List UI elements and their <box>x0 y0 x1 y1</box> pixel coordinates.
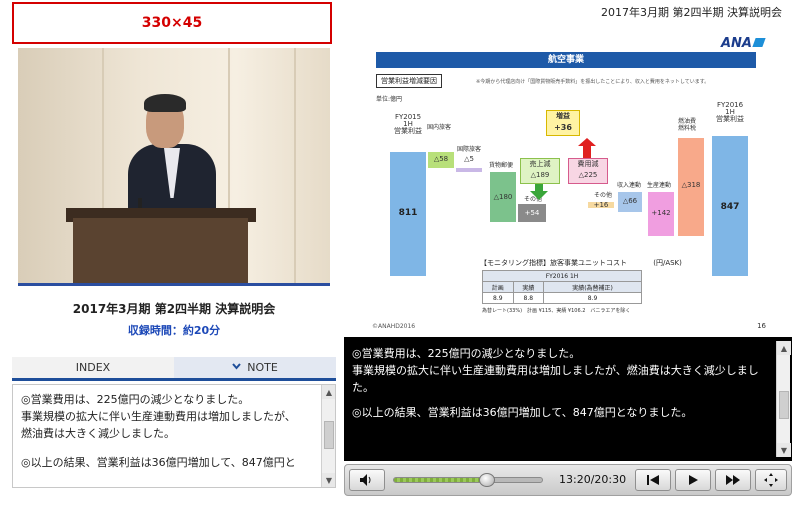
scroll-up-icon[interactable]: ▲ <box>777 341 791 355</box>
note-line: 事業規模の拡大に伴い生産連動費用は増加しましたが、 <box>21 410 296 423</box>
speaker-hair <box>144 94 186 112</box>
caption-text: ◎営業費用は、225億円の減少となりました。 事業規模の拡大に伴い生産連動費用は… <box>352 345 772 421</box>
monitor-value: 8.9 <box>543 292 642 304</box>
chevron-down-icon <box>232 362 241 373</box>
caption-line: ◎以上の結果、営業利益は36億円増加して、847億円となりました。 <box>352 406 693 419</box>
seek-bar[interactable] <box>393 473 543 487</box>
caption-line: ◎営業費用は、225億円の減少となりました。 <box>352 347 581 360</box>
skip-back-icon[interactable] <box>635 469 671 491</box>
value-domestic-pax: △58 <box>433 155 449 163</box>
left-panel: 330×45 2017年3月期 第2四半期 決算説明会 収録時間：約20分 IN… <box>0 0 340 506</box>
cost-down-label: 費用減 <box>577 160 599 168</box>
value-other-cost: +16 <box>593 201 609 209</box>
slide-banner: 航空事業 <box>376 52 756 68</box>
podium <box>73 218 248 286</box>
ana-logo: ANA <box>721 36 766 51</box>
scroll-down-icon[interactable]: ▼ <box>322 473 335 487</box>
ad-banner[interactable]: 330×45 <box>12 2 332 44</box>
scroll-down-icon[interactable]: ▼ <box>777 443 791 457</box>
tab-index[interactable]: INDEX <box>12 357 174 378</box>
fy2015-value: 811 <box>398 208 418 218</box>
caption-scrollbar[interactable]: ▲ ▼ <box>776 341 791 457</box>
up-arrow-icon <box>578 138 596 158</box>
caption-line: 事業規模の拡大に伴い生産連動費用は増加しましたが、燃油費は大きく減少しました。 <box>352 364 759 394</box>
fullscreen-icon[interactable] <box>755 469 787 491</box>
value-cargo: △180 <box>493 193 513 201</box>
tab-bar: INDEX NOTE <box>12 357 336 381</box>
label-intl-pax: 国際旅客 <box>456 146 481 153</box>
media-controls: 13:20/20:30 <box>344 464 792 496</box>
note-panel: ◎営業費用は、225億円の減少となりました。 事業規模の拡大に伴い生産連動費用は… <box>12 384 336 488</box>
revenue-down-label: 売上減 <box>529 160 551 168</box>
value-production-linked: +142 <box>651 209 671 217</box>
section-label: 営業利益増減要因 <box>376 74 442 88</box>
scroll-thumb[interactable] <box>779 391 789 419</box>
unit-label: 単位:億円 <box>376 96 403 103</box>
volume-icon[interactable] <box>349 469 385 491</box>
revenue-down-value: △189 <box>530 171 550 179</box>
time-display: 13:20/20:30 <box>559 473 627 486</box>
section-note: ※今期から代理店向け「国際貨物販売手数料」を振出したことにより、収入と費用をネッ… <box>476 79 710 85</box>
value-intl-pax: △5 <box>464 155 474 163</box>
monitor-title: 【モニタリング指標】旅客事業ユニットコスト (円/ASK) <box>480 259 682 267</box>
label-cargo: 貨物郵便 <box>488 162 513 169</box>
monitor-header: 実績 <box>512 281 545 293</box>
label-domestic-pax: 国内旅客 <box>426 124 451 131</box>
scroll-up-icon[interactable]: ▲ <box>322 385 335 399</box>
video-bottom-bar <box>18 283 330 286</box>
tab-index-label: INDEX <box>75 361 111 374</box>
value-other-rev: +54 <box>524 209 540 217</box>
presentation-slide: ANA 航空事業 営業利益増減要因 ※今期から代理店向け「国際貨物販売手数料」を… <box>370 30 770 335</box>
monitor-header: 計画 <box>482 281 514 293</box>
monitor-period: FY2016 1H <box>482 270 642 282</box>
logo-stripe-icon <box>752 38 766 47</box>
ad-banner-label: 330×45 <box>141 15 203 31</box>
header-title: 2017年3月期 第2四半期 決算説明会 <box>601 6 782 19</box>
seek-progress <box>394 478 488 482</box>
session-duration: 収録時間：約20分 <box>127 324 221 337</box>
app-root: 330×45 2017年3月期 第2四半期 決算説明会 収録時間：約20分 IN… <box>0 0 800 506</box>
monitor-value: 8.8 <box>512 292 545 304</box>
tab-note[interactable]: NOTE <box>174 357 336 378</box>
right-header: FY2016 1H 営業利益 <box>716 101 744 123</box>
note-line: 燃油費は大きく減少しました。 <box>21 427 175 440</box>
label-other-cost: その他 <box>593 192 612 199</box>
fy2016-value: 847 <box>720 202 740 212</box>
value-revenue-linked: △66 <box>622 197 638 205</box>
down-arrow-icon <box>530 184 548 200</box>
monitor-value: 8.9 <box>482 292 514 304</box>
play-icon[interactable] <box>675 469 711 491</box>
label-production-linked: 生産連動 <box>646 182 671 189</box>
monitor-table: FY2016 1H 計画 実績 実績(為替補正) 8.9 8.8 8.9 <box>482 270 642 304</box>
fast-forward-icon[interactable] <box>715 469 751 491</box>
caption-panel: ◎営業費用は、225億円の減少となりました。 事業規模の拡大に伴い生産連動費用は… <box>344 337 792 461</box>
session-title: 2017年3月期 第2四半期 決算説明会 <box>72 302 276 316</box>
slide-copyright: ©ANAHD2016 <box>372 323 416 330</box>
slide-page-number: 16 <box>757 322 766 330</box>
cost-down-value: △225 <box>578 171 598 179</box>
value-fuel: △318 <box>681 181 701 189</box>
note-line: ◎営業費用は、225億円の減少となりました。 <box>21 393 250 406</box>
monitor-header: 実績(為替補正) <box>543 281 642 293</box>
tab-note-label: NOTE <box>247 361 278 374</box>
note-line: ◎以上の結果、営業利益は36億円増加して、847億円と <box>21 456 296 469</box>
seek-knob[interactable] <box>479 473 496 487</box>
label-fuel: 燃油費 燃料税 <box>677 118 696 132</box>
right-panel: 2017年3月期 第2四半期 決算説明会 ANA 航空事業 営業利益増減要因 ※… <box>340 0 800 506</box>
label-revenue-linked: 収入連動 <box>616 182 641 189</box>
note-text: ◎営業費用は、225億円の減少となりました。 事業規模の拡大に伴い生産連動費用は… <box>21 391 313 471</box>
scroll-thumb[interactable] <box>324 421 334 449</box>
monitor-footnote: 為替レート(33%) 計画 ¥115、実績 ¥106.2 バニラエアを除く <box>482 308 631 314</box>
video-player[interactable] <box>18 48 330 286</box>
increase-value: +36 <box>554 123 572 132</box>
increase-label: 増益 <box>556 112 570 120</box>
bar-intl-pax <box>456 168 482 172</box>
wall-panel-line <box>294 48 296 286</box>
note-scrollbar[interactable]: ▲ ▼ <box>321 385 335 487</box>
